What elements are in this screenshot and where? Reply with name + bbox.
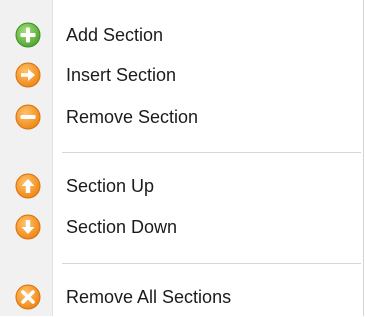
plus-circle-icon	[15, 22, 41, 48]
menu-separator	[62, 263, 361, 264]
menu-item-remove-section[interactable]: Remove Section	[0, 97, 363, 137]
context-menu: Add Section Insert Section Remove Sectio…	[0, 0, 364, 316]
menu-item-label: Section Up	[66, 175, 155, 196]
menu-item-section-down[interactable]: Section Down	[0, 207, 363, 247]
menu-item-label: Section Down	[66, 216, 178, 237]
arrow-down-circle-icon	[15, 214, 41, 240]
x-circle-icon	[15, 284, 41, 310]
menu-item-remove-all-sections[interactable]: Remove All Sections	[0, 277, 363, 317]
menu-item-label: Remove Section	[66, 106, 199, 127]
menu-separator	[62, 152, 361, 153]
menu-item-label: Add Section	[66, 24, 164, 45]
menu-item-section-up[interactable]: Section Up	[0, 166, 363, 206]
menu-item-insert-section[interactable]: Insert Section	[0, 55, 363, 95]
minus-circle-icon	[15, 104, 41, 130]
arrow-up-circle-icon	[15, 173, 41, 199]
arrow-right-circle-icon	[15, 62, 41, 88]
menu-item-add-section[interactable]: Add Section	[0, 15, 363, 55]
menu-item-label: Remove All Sections	[66, 286, 232, 307]
menu-item-label: Insert Section	[66, 64, 177, 85]
